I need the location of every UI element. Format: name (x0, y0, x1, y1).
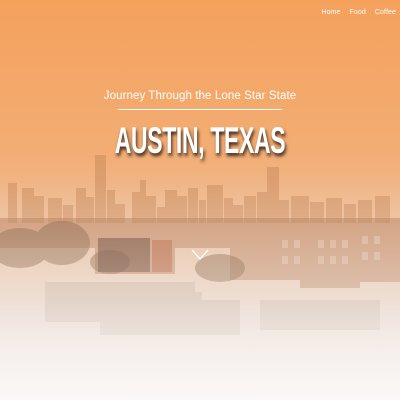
chevron-down-icon[interactable] (191, 249, 209, 261)
hero-section (0, 0, 400, 400)
nav-link-coffee[interactable]: Coffee (375, 9, 396, 16)
subtitle-divider (118, 109, 282, 110)
hero-title: AUSTIN, TEXAS (114, 120, 286, 161)
nav-link-home[interactable]: Home (321, 9, 340, 16)
top-nav: Home Food Coffee (321, 9, 396, 16)
nav-link-food[interactable]: Food (350, 9, 366, 16)
gradient-overlay (0, 0, 400, 400)
hero-subtitle: Journey Through the Lone Star State (103, 90, 297, 102)
